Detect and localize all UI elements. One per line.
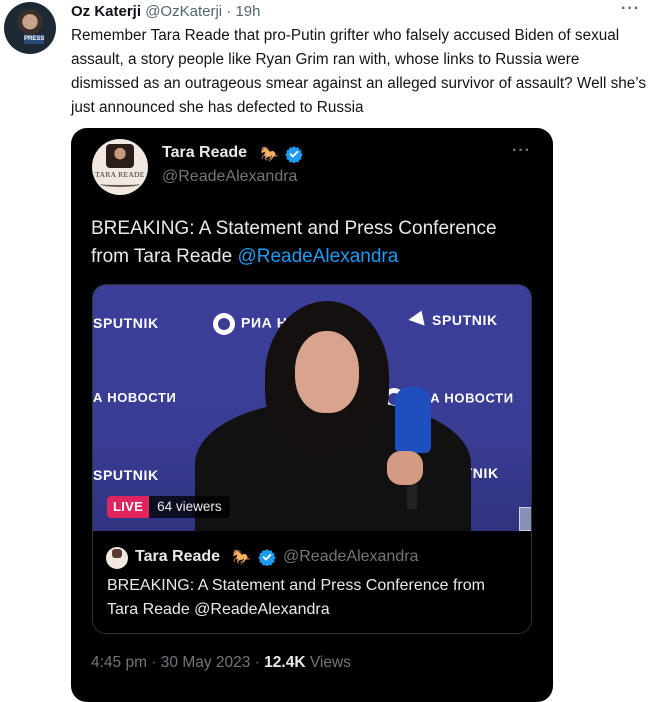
- quoted-mention-link[interactable]: @ReadeAlexandra: [237, 246, 398, 267]
- backdrop-sputnik-logo: SPUTNIK: [93, 315, 159, 331]
- speaker-hand: [387, 451, 423, 485]
- quoted-author-name[interactable]: Tara Reade: [162, 144, 247, 162]
- broadcast-video[interactable]: SPUTNIK РИА Н SPUTNIK А НОВОСТИ РИА НОВО…: [93, 285, 531, 531]
- author-name[interactable]: Oz Katerji: [71, 3, 141, 20]
- tweet-timestamp[interactable]: 19h: [235, 3, 260, 20]
- quoted-tweet-card[interactable]: TARA READE Tara Reade 🐎 @ReadeAlexandra …: [71, 128, 553, 702]
- water-glass: [519, 507, 531, 531]
- verified-icon: [258, 549, 276, 566]
- card-author-avatar: [106, 547, 128, 569]
- horse-emoji-icon: 🐎: [232, 549, 251, 566]
- viewer-count: 64 viewers: [157, 499, 222, 514]
- card-text: BREAKING: A Statement and Press Conferen…: [107, 577, 485, 618]
- avatar-photo: [106, 144, 134, 168]
- horse-emoji-icon: 🐎: [260, 146, 279, 163]
- verified-icon: [285, 146, 303, 163]
- author-handle[interactable]: @OzKaterji: [145, 3, 222, 20]
- backdrop-sputnik-logo: SPUTNIK: [93, 467, 159, 483]
- quoted-timestamp[interactable]: 4:45 pm · 30 May 2023 ·: [91, 654, 264, 671]
- outer-tweet-header: Oz Katerji @OzKaterji · 19h: [71, 3, 261, 21]
- card-author-name: Tara Reade: [135, 548, 221, 565]
- press-badge: PRESS: [24, 35, 45, 44]
- broadcast-card-details[interactable]: Tara Reade 🐎 @ReadeAlexandra BREAKING: A…: [93, 531, 531, 633]
- avatar-brand-text: TARA READE: [95, 170, 145, 179]
- quoted-tweet-text: BREAKING: A Statement and Press Conferen…: [91, 215, 531, 271]
- views-label: Views: [305, 654, 351, 671]
- quoted-tweet-meta: 4:45 pm · 30 May 2023 · 12.4K Views: [91, 654, 351, 672]
- live-indicator: LIVE 64 viewers: [107, 496, 230, 518]
- more-options-button[interactable]: ···: [621, 0, 640, 18]
- avatar-swoosh: [100, 181, 140, 187]
- microphone: [395, 387, 431, 453]
- quoted-more-options-button[interactable]: ···: [512, 142, 531, 160]
- views-count: 12.4K: [264, 654, 306, 671]
- speaker-face: [295, 331, 359, 413]
- tweet-text: Remember Tara Reade that pro-Putin grift…: [71, 27, 647, 116]
- quoted-author-avatar[interactable]: TARA READE: [92, 139, 148, 195]
- author-avatar[interactable]: PRESS: [4, 2, 56, 54]
- header-separator: ·: [226, 3, 232, 20]
- card-author-handle: @ReadeAlexandra: [283, 548, 419, 565]
- broadcast-card[interactable]: SPUTNIK РИА Н SPUTNIK А НОВОСТИ РИА НОВО…: [92, 284, 532, 634]
- live-badge: LIVE: [107, 496, 150, 518]
- backdrop-ria-logo: А НОВОСТИ: [93, 390, 177, 405]
- speaker-figure: [195, 301, 471, 531]
- quoted-author-handle[interactable]: @ReadeAlexandra: [162, 168, 297, 186]
